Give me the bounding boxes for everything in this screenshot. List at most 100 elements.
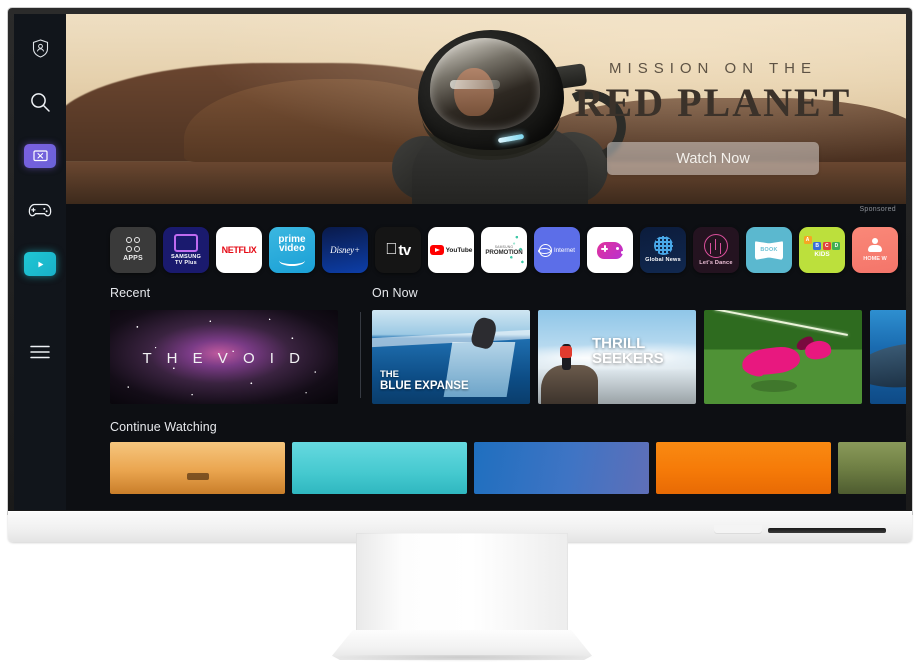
continue-watching-card[interactable] (110, 442, 285, 494)
cliff-rock (541, 364, 599, 404)
gamepad-icon (597, 241, 623, 259)
workout-person-icon (867, 238, 883, 254)
sidebar-item-profile[interactable] (20, 28, 60, 68)
play-icon (24, 252, 56, 276)
rope-line (714, 310, 849, 337)
app-tile-youtube[interactable]: YouTube (428, 227, 474, 273)
app-label: NETFLIX (221, 245, 257, 255)
app-label: APPS (123, 254, 143, 262)
continue-watching-card[interactable] (292, 442, 467, 494)
recent-heading: Recent (110, 286, 151, 300)
sidebar-item-multiview[interactable] (20, 136, 60, 176)
workspace-glyph (32, 149, 48, 161)
hero-banner[interactable]: MISSION ON THE RED PLANET Watch Now (66, 14, 906, 204)
whale-body (870, 334, 906, 393)
sidebar-item-search[interactable] (20, 82, 60, 122)
app-label-secondary: TV Plus (175, 260, 197, 266)
app-tile-book[interactable]: BOOK (746, 227, 792, 273)
on-now-card-title: THE BLUE EXPANSE (380, 368, 469, 392)
on-now-card-thrill-seekers[interactable]: THRILL SEEKERS (538, 310, 696, 404)
continue-watching-card[interactable] (656, 442, 831, 494)
app-tile-netflix[interactable]: NETFLIX (216, 227, 262, 273)
card-title-line1: THRILL (592, 335, 646, 352)
sponsored-label: Sponsored (859, 206, 896, 213)
monitor-stand-neck (356, 533, 568, 635)
dancer-icon (704, 233, 728, 258)
continue-watching-card[interactable] (474, 442, 649, 494)
hiker-figure (559, 344, 572, 371)
sidebar-item-gaming[interactable] (20, 190, 60, 230)
amazon-smile-icon (279, 255, 305, 266)
dog-shadow (751, 379, 798, 392)
abc-blocks-icon: ABCD (803, 235, 841, 250)
card-title-line2: SEEKERS (592, 350, 664, 368)
recent-card-title: T H E V O I D (142, 350, 306, 367)
search-icon (31, 93, 50, 112)
shield-person-icon (32, 38, 48, 58)
sidebar-item-menu[interactable] (20, 332, 60, 372)
on-now-heading: On Now (372, 286, 418, 300)
app-shortcut-row: APPS SAMSUNG TV Plus NETFLIX prime video… (66, 218, 906, 282)
continue-watching-card[interactable] (838, 442, 906, 494)
app-label-secondary: video (278, 243, 306, 254)
sidebar-item-media[interactable] (20, 244, 60, 284)
apple-logo-icon:  (385, 242, 397, 258)
app-label: HOME W (863, 256, 887, 262)
app-tile-disney-plus[interactable]: Disney+ (322, 227, 368, 273)
app-tile-game-hub[interactable] (587, 227, 633, 273)
recent-and-on-now-section: Recent T H E V O I D On Now THE BLUE EXP… (66, 286, 906, 416)
globe-icon (538, 243, 552, 257)
app-label: BOOK (760, 247, 778, 253)
sidebar (14, 14, 66, 510)
tv-content: MISSION ON THE RED PLANET Watch Now Spon… (66, 14, 906, 510)
monitor-screen: MISSION ON THE RED PLANET Watch Now Spon… (14, 14, 906, 510)
card-title-line2: BLUE EXPANSE (380, 379, 469, 392)
on-now-card-list: THE BLUE EXPANSE THRILL SEEKERS (372, 310, 906, 404)
hero-title: RED PLANET (574, 80, 852, 125)
section-divider (360, 312, 361, 398)
on-now-card-blue-expanse[interactable]: THE BLUE EXPANSE (372, 310, 530, 404)
app-tile-samsung-tv-plus[interactable]: SAMSUNG TV Plus (163, 227, 209, 273)
on-now-row: On Now THE BLUE EXPANSE THRILL SEEKERS (372, 286, 906, 404)
bezel-port-slot (768, 528, 886, 533)
app-label: Internet (554, 246, 575, 254)
monitor-device: MISSION ON THE RED PLANET Watch Now Spon… (8, 8, 912, 542)
app-tile-apple-tv[interactable]:  tv (375, 227, 421, 273)
on-now-card-pink-dog[interactable] (704, 310, 862, 404)
app-label: Global News (645, 257, 681, 264)
app-tile-prime-video[interactable]: prime video (269, 227, 315, 273)
promo-confetti-icon (481, 227, 527, 273)
app-tile-internet[interactable]: Internet (534, 227, 580, 273)
tv-icon (174, 233, 198, 252)
screenshot-root: MISSION ON THE RED PLANET Watch Now Spon… (0, 0, 920, 670)
app-label: YouTube (445, 246, 473, 254)
app-tile-samsung-promotion[interactable]: SAMSUNG PROMOTION (481, 227, 527, 273)
watch-now-button[interactable]: Watch Now (607, 142, 819, 175)
youtube-play-icon (429, 245, 444, 255)
astronaut-goggles (450, 80, 500, 89)
app-label: Let's Dance (699, 259, 733, 266)
on-now-card-whale[interactable] (870, 310, 906, 404)
app-label: Disney+ (330, 245, 360, 255)
bezel-notch (714, 525, 762, 534)
hero-kicker: MISSION ON THE (609, 60, 817, 77)
continue-watching-heading: Continue Watching (110, 420, 217, 434)
gamepad-icon (28, 203, 52, 217)
tv-workspace-icon (24, 144, 56, 168)
app-tile-home-workout[interactable]: HOME W (852, 227, 898, 273)
recent-row: Recent T H E V O I D (110, 286, 350, 404)
news-globe-icon (653, 236, 673, 256)
app-label: tv (392, 241, 411, 259)
continue-watching-card-list (110, 442, 906, 494)
recent-card-the-void[interactable]: T H E V O I D (110, 310, 338, 404)
hero-text-block: MISSION ON THE RED PLANET Watch Now (548, 60, 878, 175)
app-tile-global-news[interactable]: Global News (640, 227, 686, 273)
app-tile-kids[interactable]: ABCD KIDS (799, 227, 845, 273)
on-now-card-title: THRILL SEEKERS (592, 336, 664, 367)
app-tile-apps[interactable]: APPS (110, 227, 156, 273)
app-tile-lets-dance[interactable]: Let's Dance (693, 227, 739, 273)
card-title-line1: THE (380, 368, 399, 380)
hamburger-menu-icon (30, 345, 50, 359)
apps-grid-icon (125, 237, 141, 252)
smart-tv-home-ui: MISSION ON THE RED PLANET Watch Now Spon… (14, 14, 906, 510)
